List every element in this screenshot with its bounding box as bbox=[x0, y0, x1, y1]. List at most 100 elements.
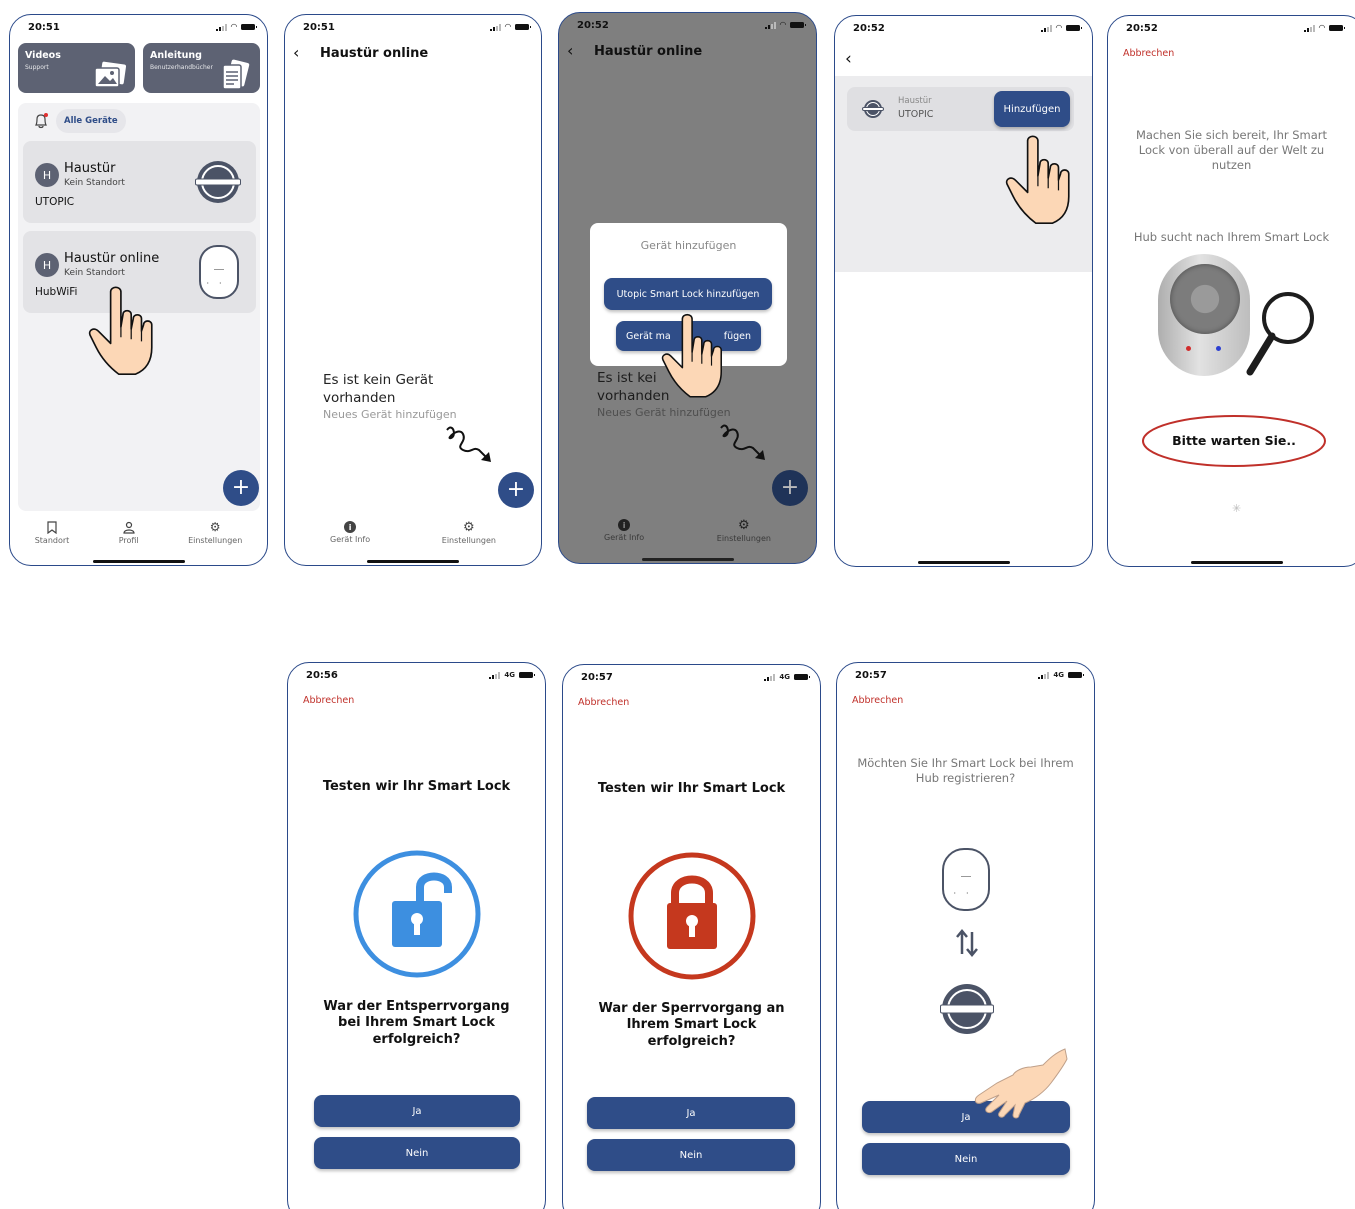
signal-icon bbox=[1040, 24, 1052, 32]
status-time: 20:52 bbox=[577, 20, 609, 31]
loading-spinner-icon: ✳ bbox=[1232, 502, 1242, 515]
battery-icon bbox=[1068, 672, 1084, 678]
screen-test-unlock: 20:56 4G Abbrechen Testen wir Ihr Smart … bbox=[287, 662, 546, 1209]
add-device-fab[interactable]: + bbox=[223, 470, 259, 506]
hub-speaker-grill bbox=[1170, 264, 1240, 334]
add-device-fab[interactable]: + bbox=[772, 470, 808, 506]
tab-label: Einstellungen bbox=[716, 534, 771, 543]
curly-arrow-icon bbox=[720, 424, 765, 460]
empty-message-line1: Es ist kei bbox=[597, 370, 657, 386]
tab-profil[interactable]: Profil bbox=[119, 521, 139, 545]
device-name: Haustür bbox=[898, 96, 932, 106]
signal-icon bbox=[489, 23, 501, 31]
battery-icon bbox=[1066, 25, 1082, 31]
signal-icon bbox=[1038, 671, 1050, 679]
signal-icon bbox=[215, 23, 227, 31]
tab-label: Gerät Info bbox=[330, 535, 371, 544]
tab-label: Profil bbox=[118, 536, 139, 545]
wifi-icon: ◠ bbox=[504, 22, 511, 31]
status-icons: ◠ bbox=[1303, 24, 1345, 32]
no-button[interactable]: Nein bbox=[587, 1139, 795, 1171]
tab-standort[interactable]: Standort bbox=[34, 521, 70, 545]
battery-icon bbox=[241, 24, 257, 30]
hand-pointer-icon bbox=[974, 1048, 1068, 1119]
hub-device-image bbox=[1158, 254, 1250, 376]
back-chevron-icon[interactable]: ‹ bbox=[293, 43, 299, 62]
device-card-haustuer[interactable]: H Haustür Kein Standort UTOPIC bbox=[23, 141, 256, 223]
no-button[interactable]: Nein bbox=[314, 1137, 520, 1169]
curly-arrow-icon bbox=[446, 426, 491, 462]
info-icon: i bbox=[344, 521, 357, 533]
test-title: Testen wir Ihr Smart Lock bbox=[322, 779, 511, 794]
dialog-title: Gerät hinzufügen bbox=[640, 239, 737, 252]
signal-icon bbox=[1303, 24, 1315, 32]
searching-status: Hub sucht nach Ihrem Smart Lock bbox=[1133, 230, 1330, 244]
manual-card-title: Anleitung bbox=[150, 50, 202, 61]
tab-settings[interactable]: ⚙ Einstellungen bbox=[717, 519, 771, 543]
avatar: H bbox=[35, 253, 59, 277]
sync-arrows-icon bbox=[956, 929, 978, 957]
smart-lock-device-icon: ·· bbox=[199, 245, 239, 299]
home-indicator bbox=[1190, 561, 1283, 564]
device-name: Haustür online bbox=[64, 251, 160, 266]
yes-button[interactable]: Ja bbox=[587, 1097, 795, 1129]
unlocked-padlock-icon bbox=[353, 850, 481, 978]
home-indicator bbox=[641, 558, 734, 561]
tab-bar: i Gerät Info ⚙ Einstellungen bbox=[559, 519, 816, 543]
yes-button[interactable]: Ja bbox=[314, 1095, 520, 1127]
manual-card[interactable]: Anleitung Benutzerhandbücher bbox=[143, 43, 260, 93]
screen-test-lock: 20:57 4G Abbrechen Testen wir Ihr Smart … bbox=[562, 664, 821, 1209]
no-button[interactable]: Nein bbox=[862, 1143, 1070, 1175]
back-chevron-icon[interactable]: ‹ bbox=[567, 41, 573, 60]
hub-device-icon bbox=[195, 161, 241, 203]
status-time: 20:51 bbox=[28, 22, 60, 33]
device-model: HubWiFi bbox=[35, 286, 78, 298]
tab-device-info[interactable]: i Gerät Info bbox=[330, 521, 370, 545]
info-icon: i bbox=[618, 519, 631, 531]
empty-hint: Neues Gerät hinzufügen bbox=[597, 406, 731, 419]
register-question: Möchten Sie Ihr Smart Lock bei Ihrem Hub… bbox=[857, 756, 1074, 785]
images-icon bbox=[94, 61, 127, 88]
videos-card[interactable]: Videos Support bbox=[18, 43, 135, 93]
tab-label: Standort bbox=[34, 536, 70, 545]
cancel-link[interactable]: Abbrechen bbox=[578, 697, 629, 708]
tab-bar: i Gerät Info ⚙ Einstellungen bbox=[285, 521, 541, 545]
page-title: Haustür online bbox=[320, 46, 429, 61]
battery-icon bbox=[790, 22, 806, 28]
ready-message: Machen Sie sich bereit, Ihr Smart Lock v… bbox=[1135, 128, 1328, 172]
status-icons: 4G bbox=[1038, 671, 1084, 679]
wifi-icon: ◠ bbox=[1055, 23, 1062, 32]
signal-icon bbox=[764, 673, 776, 681]
bell-icon[interactable] bbox=[34, 113, 48, 129]
status-icons: ◠ bbox=[489, 22, 531, 31]
avatar: H bbox=[35, 163, 59, 187]
cancel-link[interactable]: Abbrechen bbox=[1123, 48, 1174, 59]
add-button[interactable]: Hinzufügen bbox=[994, 91, 1070, 127]
wifi-icon: ◠ bbox=[779, 20, 786, 29]
hub-device-icon bbox=[940, 984, 994, 1034]
signal-icon bbox=[764, 21, 776, 29]
add-device-fab[interactable]: + bbox=[498, 472, 534, 508]
cancel-link[interactable]: Abbrechen bbox=[303, 695, 354, 706]
tab-settings[interactable]: ⚙ Einstellungen bbox=[442, 521, 496, 545]
document-icon bbox=[222, 59, 250, 90]
filter-all-devices[interactable]: Alle Geräte bbox=[56, 109, 126, 133]
tab-einstellungen[interactable]: ⚙ Einstellungen bbox=[188, 521, 242, 546]
device-model: UTOPIC bbox=[898, 109, 934, 120]
back-chevron-icon[interactable]: ‹ bbox=[845, 49, 852, 69]
status-time: 20:52 bbox=[1126, 23, 1158, 34]
device-name: Haustür bbox=[64, 161, 116, 176]
found-device-row[interactable]: Haustür UTOPIC Hinzufügen bbox=[847, 87, 1074, 131]
person-icon bbox=[123, 521, 135, 534]
status-time: 20:56 bbox=[306, 670, 338, 681]
add-utopic-lock-button[interactable]: Utopic Smart Lock hinzufügen bbox=[604, 278, 772, 310]
gear-icon: ⚙ bbox=[463, 520, 475, 535]
tab-label: Einstellungen bbox=[441, 536, 496, 545]
screen-device-list: 20:51 ◠ Videos Support Anleitung Benutze… bbox=[9, 14, 268, 566]
wifi-icon: ◠ bbox=[230, 22, 237, 31]
device-location: Kein Standort bbox=[64, 268, 125, 278]
status-time: 20:51 bbox=[303, 22, 335, 33]
cancel-link[interactable]: Abbrechen bbox=[852, 695, 903, 706]
tab-device-info[interactable]: i Gerät Info bbox=[604, 519, 644, 543]
home-indicator bbox=[917, 561, 1010, 564]
